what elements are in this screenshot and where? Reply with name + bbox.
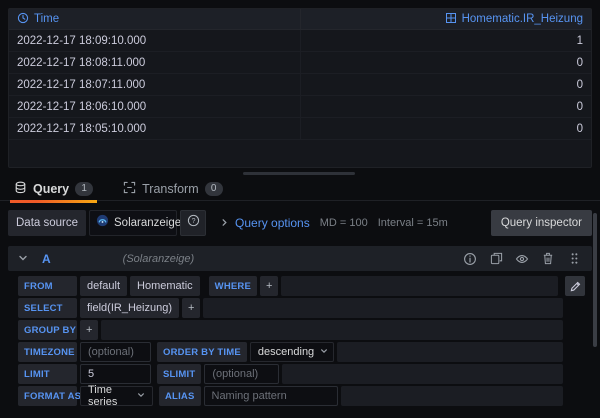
- timezone-label: TIMEZONE: [18, 342, 77, 362]
- retention-policy-segment[interactable]: default: [80, 276, 127, 296]
- table-row: 2022-12-17 18:09:10.000 1: [9, 30, 591, 52]
- cell-value: 0: [300, 96, 592, 117]
- cell-time: 2022-12-17 18:08:11.000: [9, 52, 300, 73]
- table-panel: Time Homematic.IR_Heizung 2022-12-17 18:…: [8, 8, 592, 168]
- query-count-badge: 1: [75, 182, 93, 196]
- influx-query-editor: FROM default Homematic WHERE + SELECT fi…: [18, 276, 585, 408]
- tab-query[interactable]: Query 1: [10, 177, 97, 201]
- cell-time: 2022-12-17 18:07:11.000: [9, 74, 300, 95]
- tab-transform-label: Transform: [142, 182, 199, 196]
- grafana-panel-edit-view: Time Homematic.IR_Heizung 2022-12-17 18:…: [0, 0, 600, 418]
- add-group-by-button[interactable]: +: [80, 320, 98, 340]
- format-alias-row: FORMAT AS Time series ALIAS: [18, 386, 563, 406]
- column-header-time[interactable]: Time: [9, 9, 300, 29]
- group-by-row-filler: [101, 320, 563, 340]
- alias-label: ALIAS: [159, 386, 201, 406]
- column-header-time-label: Time: [34, 13, 59, 25]
- chevron-down-icon: [137, 390, 145, 402]
- where-label: WHERE: [209, 276, 257, 296]
- drag-handle-icon[interactable]: [566, 251, 582, 267]
- query-inspector-button[interactable]: Query inspector: [491, 210, 592, 236]
- question-circle-icon: ?: [187, 214, 200, 232]
- query-ref-id: A: [42, 252, 51, 266]
- cell-value: 0: [300, 118, 592, 139]
- query-row-header[interactable]: A (Solaranzeige): [8, 246, 592, 271]
- limit-label: LIMIT: [18, 364, 77, 384]
- interval-readout: Interval = 15m: [378, 217, 448, 229]
- grid-icon: [445, 12, 457, 27]
- select-label: SELECT: [18, 298, 77, 318]
- info-circle-icon[interactable]: [462, 251, 478, 267]
- slimit-input[interactable]: [204, 364, 279, 384]
- tab-transform[interactable]: Transform 0: [119, 177, 227, 201]
- timezone-order-row: TIMEZONE ORDER BY TIME descending: [18, 342, 563, 362]
- datasource-value: Solaranzeige: [114, 217, 181, 229]
- timezone-input[interactable]: [80, 342, 151, 362]
- query-options-toggle[interactable]: Query options: [220, 214, 310, 232]
- datasource-help-button[interactable]: ?: [180, 210, 206, 236]
- add-where-condition-button[interactable]: +: [260, 276, 278, 296]
- hide-query-eye-icon[interactable]: [514, 251, 530, 267]
- select-row: SELECT field(IR_Heizung) +: [18, 298, 563, 318]
- query-options-label: Query options: [235, 216, 310, 230]
- format-as-label: FORMAT AS: [18, 386, 77, 406]
- transform-count-badge: 0: [205, 182, 223, 196]
- cell-time: 2022-12-17 18:09:10.000: [9, 30, 300, 51]
- limit-input[interactable]: [80, 364, 151, 384]
- cell-value: 1: [300, 30, 592, 51]
- toggle-raw-query-pencil-button[interactable]: [565, 276, 585, 296]
- table-header-row: Time Homematic.IR_Heizung: [9, 9, 591, 30]
- from-row: FROM default Homematic WHERE +: [18, 276, 585, 296]
- alias-input[interactable]: [204, 386, 338, 406]
- cell-value: 0: [300, 74, 592, 95]
- query-datasource-hint: (Solaranzeige): [123, 253, 195, 265]
- table-row: 2022-12-17 18:05:10.000 0: [9, 118, 591, 140]
- order-by-time-value: descending: [258, 346, 314, 358]
- slimit-label: SLIMIT: [157, 364, 201, 384]
- limit-row-filler: [282, 364, 563, 384]
- table-row: 2022-12-17 18:06:10.000 0: [9, 96, 591, 118]
- group-by-row: GROUP BY +: [18, 320, 563, 340]
- remove-query-trash-icon[interactable]: [540, 251, 556, 267]
- add-select-part-button[interactable]: +: [182, 298, 200, 318]
- cell-time: 2022-12-17 18:06:10.000: [9, 96, 300, 117]
- format-as-select[interactable]: Time series: [80, 386, 153, 406]
- query-toolbar: Data source Solaranzeige ? Query options…: [8, 210, 592, 236]
- group-by-label: GROUP BY: [18, 320, 77, 340]
- column-header-value[interactable]: Homematic.IR_Heizung: [300, 9, 592, 29]
- from-label: FROM: [18, 276, 77, 296]
- max-data-points-readout: MD = 100: [320, 217, 368, 229]
- clock-icon: [17, 12, 29, 27]
- transform-icon: [123, 181, 136, 197]
- svg-text:?: ?: [191, 218, 195, 225]
- cell-time: 2022-12-17 18:05:10.000: [9, 118, 300, 139]
- collapse-chevron-icon[interactable]: [18, 250, 28, 268]
- vertical-scrollbar-thumb[interactable]: [593, 213, 597, 347]
- table-row: 2022-12-17 18:08:11.000 0: [9, 52, 591, 74]
- select-field-segment[interactable]: field(IR_Heizung): [80, 298, 179, 318]
- chevron-down-icon: [320, 346, 328, 358]
- alias-row-filler: [341, 386, 564, 406]
- query-row-actions: [462, 251, 582, 267]
- table-row: 2022-12-17 18:07:11.000 0: [9, 74, 591, 96]
- from-row-filler: [281, 276, 558, 296]
- select-row-filler: [203, 298, 563, 318]
- cell-value: 0: [300, 52, 592, 73]
- format-as-value: Time series: [88, 384, 131, 408]
- datasource-label: Data source: [8, 210, 86, 236]
- database-icon: [14, 181, 27, 197]
- limit-row: LIMIT SLIMIT: [18, 364, 563, 384]
- timezone-row-filler: [337, 342, 563, 362]
- editor-tabbar: Query 1 Transform 0: [0, 177, 600, 201]
- datasource-picker[interactable]: Solaranzeige: [89, 210, 177, 236]
- pane-resize-handle[interactable]: [243, 172, 355, 175]
- order-by-time-label: ORDER BY TIME: [157, 342, 247, 362]
- measurement-segment[interactable]: Homematic: [130, 276, 200, 296]
- duplicate-query-icon[interactable]: [488, 251, 504, 267]
- chevron-right-icon: [220, 214, 229, 232]
- column-header-value-label: Homematic.IR_Heizung: [462, 13, 583, 25]
- datasource-logo-icon: [96, 214, 109, 232]
- order-by-time-select[interactable]: descending: [250, 342, 334, 362]
- tab-query-label: Query: [33, 182, 69, 196]
